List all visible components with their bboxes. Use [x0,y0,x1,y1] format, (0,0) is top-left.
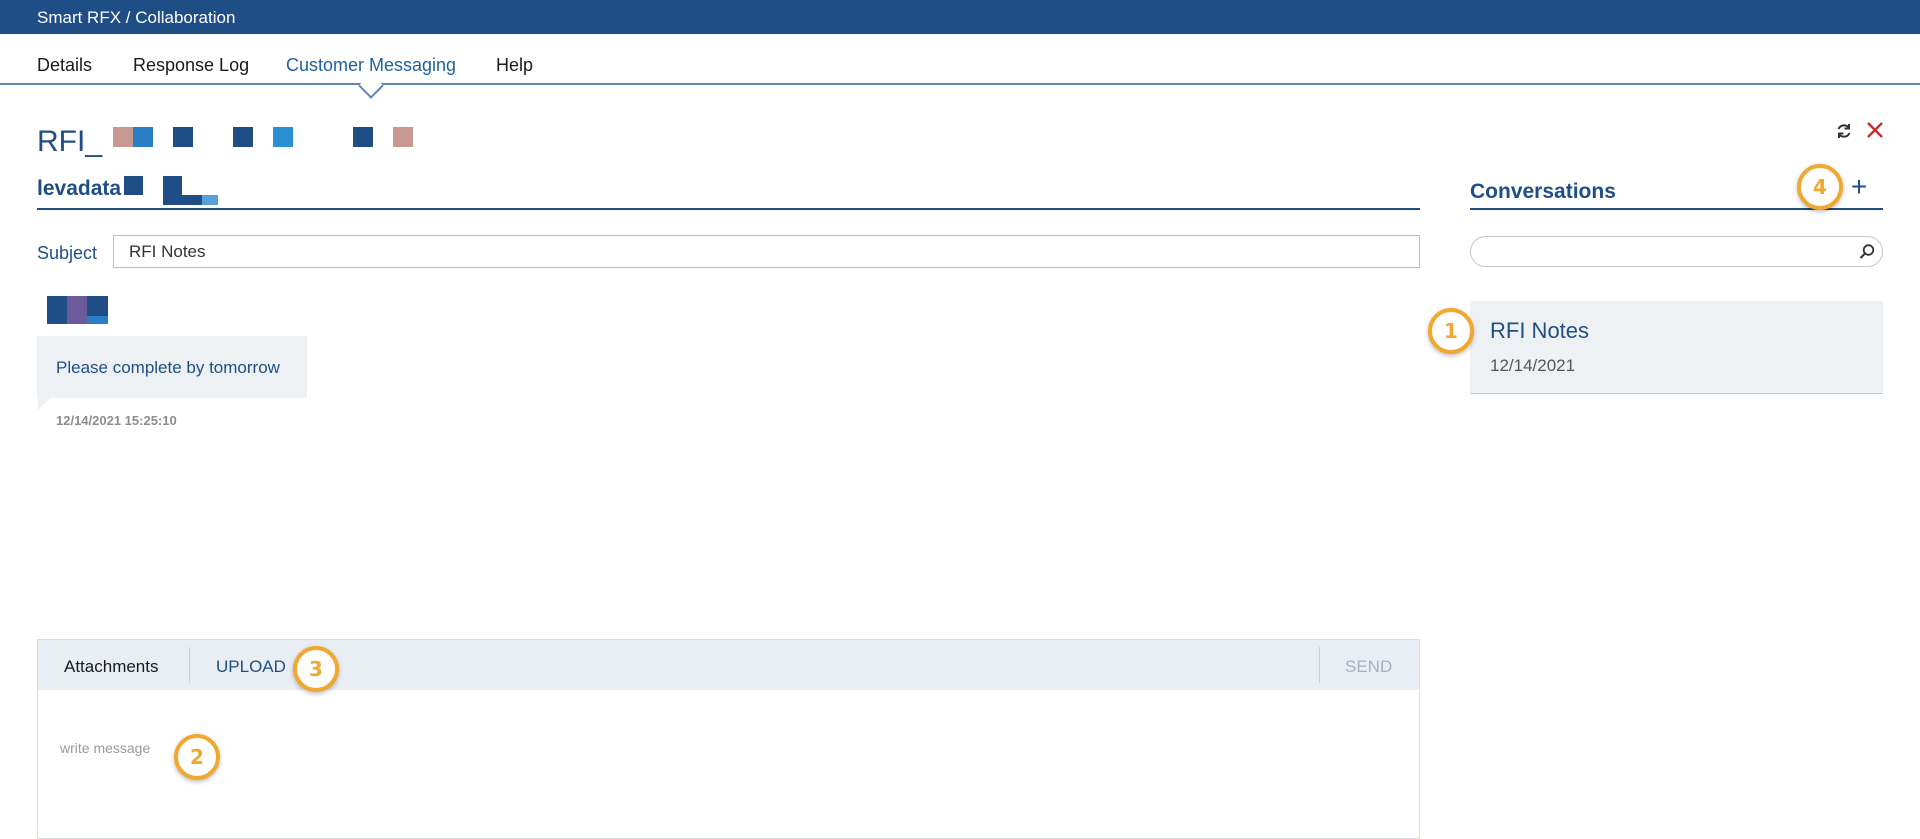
close-icon[interactable] [1864,119,1886,141]
tab-help[interactable]: Help [496,55,533,76]
tab-response-log[interactable]: Response Log [133,55,249,76]
message-bubble: Please complete by tomorrow [37,336,307,398]
tab-details[interactable]: Details [37,55,92,76]
rfi-title: RFI_ [37,125,103,158]
organization-name: levadata [37,177,122,200]
subject-label: Subject [37,243,98,263]
annotation-marker: 2 [174,734,220,780]
active-tab-caret [358,73,384,99]
send-button[interactable]: SEND [1345,657,1392,677]
app-titlebar: Smart RFX / Collaboration [0,0,1920,34]
upload-button[interactable]: UPLOAD [216,657,286,677]
conversation-search-input[interactable] [1485,241,1845,263]
conversation-name: RFI Notes [1490,318,1590,343]
annotation-marker: 4 [1797,164,1843,210]
section-divider [37,208,1420,210]
annotation-marker: 3 [293,646,339,692]
conversations-title: Conversations [1470,180,1616,203]
message-timestamp: 12/14/2021 15:25:10 [56,413,177,428]
message-input[interactable] [60,740,1360,800]
message-text: Please complete by tomorrow [56,358,280,377]
add-conversation-button[interactable]: + [1846,172,1872,202]
app-title: Smart RFX / Collaboration [37,8,236,27]
attachments-label: Attachments [64,657,159,676]
annotation-marker: 1 [1428,308,1474,354]
compose-toolbar: Attachments UPLOAD SEND [38,640,1419,690]
subject-input[interactable] [113,235,1420,268]
search-icon[interactable] [1858,243,1876,261]
conversation-list-item[interactable]: RFI Notes 12/14/2021 [1470,301,1883,394]
conversation-search [1470,236,1883,267]
refresh-icon[interactable] [1834,121,1854,141]
compose-panel: Attachments UPLOAD SEND [37,639,1420,839]
toolbar-divider [189,647,190,683]
conversation-date: 12/14/2021 [1490,356,1576,375]
toolbar-divider [1319,647,1320,683]
message-bubble-tail [38,398,50,410]
tab-bar: Details Response Log Customer Messaging … [0,34,1920,99]
